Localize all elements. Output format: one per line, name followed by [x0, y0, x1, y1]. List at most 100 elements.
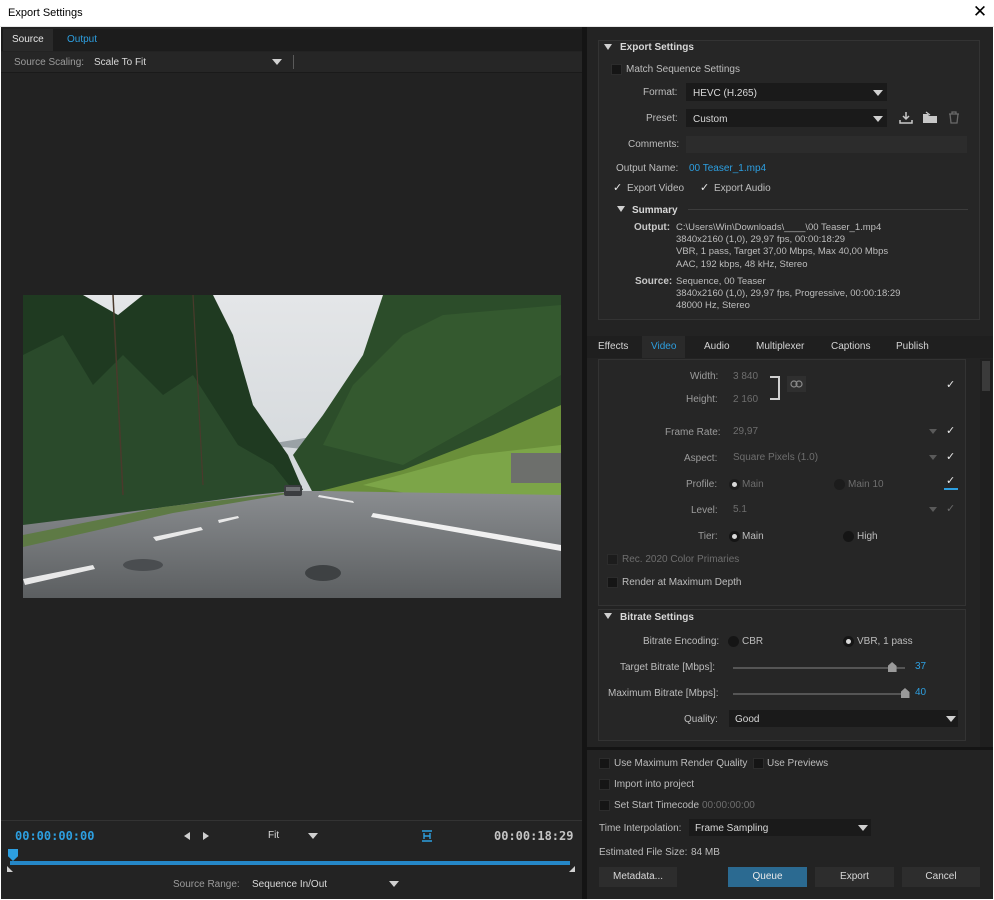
- tab-output[interactable]: Output: [58, 29, 106, 51]
- start-tc-value[interactable]: 00:00:00:00: [702, 800, 755, 811]
- aspect-dropdown[interactable]: Square Pixels (1.0): [729, 449, 941, 465]
- tier-high-radio[interactable]: [843, 531, 854, 542]
- collapse-triangle-icon[interactable]: [604, 44, 612, 50]
- use-max-render-checkbox[interactable]: [599, 758, 610, 769]
- target-bitrate-label: Target Bitrate [Mbps]:: [620, 662, 716, 673]
- metadata-button[interactable]: Metadata...: [599, 867, 677, 887]
- current-timecode[interactable]: 00:00:00:00: [15, 829, 94, 843]
- import-preset-icon[interactable]: [922, 111, 938, 127]
- queue-button[interactable]: Queue: [728, 867, 807, 887]
- chevron-down-icon: [946, 716, 956, 722]
- time-interp-dropdown[interactable]: Frame Sampling: [689, 819, 871, 836]
- chain-link-icon[interactable]: [787, 376, 806, 392]
- settings-scrollbar[interactable]: [980, 359, 992, 747]
- preset-dropdown[interactable]: Custom: [686, 109, 887, 127]
- close-icon[interactable]: ✕: [972, 3, 988, 21]
- vbr-radio[interactable]: [843, 636, 854, 647]
- source-range-dropdown[interactable]: Sequence In/Out: [246, 875, 402, 893]
- zoom-dropdown[interactable]: Fit: [262, 828, 322, 844]
- profile-main10-radio[interactable]: [834, 479, 845, 490]
- scrollbar-thumb[interactable]: [982, 361, 990, 391]
- tab-video[interactable]: Video: [642, 336, 686, 358]
- aspect-checkbox[interactable]: ✓: [946, 450, 955, 463]
- render-max-depth-checkbox[interactable]: [607, 577, 618, 588]
- level-dropdown[interactable]: 5.1: [729, 501, 941, 517]
- mark-out-icon[interactable]: [203, 832, 209, 840]
- tier-main-radio[interactable]: [729, 531, 740, 542]
- size-match-checkbox[interactable]: ✓: [946, 378, 955, 391]
- zoom-value: Fit: [268, 830, 280, 841]
- end-timecode: 00:00:18:29: [494, 829, 574, 843]
- max-bitrate-value[interactable]: 40: [915, 687, 926, 698]
- use-max-render-label: Use Maximum Render Quality: [614, 758, 748, 769]
- summary-source-label: Source:: [635, 276, 673, 287]
- source-scaling-value: Scale To Fit: [94, 57, 147, 68]
- export-audio-checkbox[interactable]: ✓: [700, 181, 709, 194]
- delete-preset-icon[interactable]: [948, 111, 960, 127]
- quality-dropdown[interactable]: Good: [729, 710, 958, 727]
- source-scaling-dropdown[interactable]: Scale To Fit: [88, 53, 288, 71]
- preset-value: Custom: [693, 114, 728, 125]
- out-point-marker[interactable]: [569, 866, 575, 872]
- timeline-track[interactable]: [10, 861, 570, 865]
- preset-label: Preset:: [646, 113, 678, 124]
- mark-in-icon[interactable]: [184, 832, 190, 840]
- export-button[interactable]: Export: [815, 867, 894, 887]
- tab-multiplexer[interactable]: Multiplexer: [747, 336, 813, 358]
- vbr-label: VBR, 1 pass: [857, 636, 913, 647]
- level-checkbox[interactable]: ✓: [946, 502, 955, 515]
- source-range-label: Source Range:: [173, 879, 240, 890]
- use-previews-checkbox[interactable]: [753, 758, 764, 769]
- file-size-label: Estimated File Size:: [599, 847, 688, 858]
- tab-effects[interactable]: Effects: [589, 336, 637, 358]
- height-value[interactable]: 2 160: [733, 394, 758, 405]
- set-start-tc-label: Set Start Timecode: [614, 800, 700, 811]
- tab-publish[interactable]: Publish: [887, 336, 938, 358]
- export-video-label: Export Video: [627, 183, 685, 194]
- export-video-checkbox[interactable]: ✓: [613, 181, 622, 194]
- chevron-down-icon: [929, 429, 937, 434]
- summary-line: C:\Users\Win\Downloads\____\00 Teaser_1.…: [676, 222, 882, 233]
- import-project-checkbox[interactable]: [599, 779, 610, 790]
- target-bitrate-value[interactable]: 37: [915, 661, 926, 672]
- save-preset-icon[interactable]: [899, 111, 913, 127]
- tab-source[interactable]: Source: [3, 29, 53, 51]
- cancel-button[interactable]: Cancel: [902, 867, 980, 887]
- profile-main10-label: Main 10: [848, 479, 884, 490]
- aspect-label: Aspect:: [684, 453, 718, 464]
- tab-captions[interactable]: Captions: [822, 336, 879, 358]
- set-start-tc-checkbox[interactable]: [599, 800, 610, 811]
- output-name-label: Output Name:: [616, 163, 679, 174]
- render-max-depth-label: Render at Maximum Depth: [622, 577, 742, 588]
- tab-audio[interactable]: Audio: [695, 336, 739, 358]
- max-bitrate-label: Maximum Bitrate [Mbps]:: [608, 688, 719, 699]
- format-dropdown[interactable]: HEVC (H.265): [686, 83, 887, 101]
- in-point-marker[interactable]: [7, 866, 13, 872]
- collapse-triangle-icon[interactable]: [604, 613, 612, 619]
- profile-checkbox[interactable]: ✓: [944, 474, 958, 490]
- aspect-value: Square Pixels (1.0): [733, 452, 819, 463]
- match-sequence-checkbox[interactable]: [611, 64, 622, 75]
- collapse-triangle-icon[interactable]: [617, 206, 625, 212]
- chevron-down-icon: [873, 116, 883, 122]
- max-bitrate-slider[interactable]: [733, 693, 905, 695]
- fit-to-frame-icon[interactable]: [421, 830, 433, 842]
- width-value[interactable]: 3 840: [733, 371, 758, 382]
- frame-rate-dropdown[interactable]: 29,97: [729, 423, 941, 439]
- target-bitrate-slider[interactable]: [733, 667, 905, 669]
- rec2020-checkbox[interactable]: [607, 554, 618, 565]
- divider: [688, 209, 968, 210]
- tier-main-label: Main: [742, 531, 764, 542]
- export-settings-header: Export Settings: [620, 42, 694, 53]
- cbr-label: CBR: [742, 636, 764, 647]
- title-bar: Export Settings ✕: [0, 0, 994, 27]
- profile-main-radio[interactable]: [729, 479, 740, 490]
- comments-input[interactable]: [686, 136, 967, 153]
- chevron-down-icon: [929, 455, 937, 460]
- source-range-value: Sequence In/Out: [252, 879, 328, 890]
- output-name-link[interactable]: 00 Teaser_1.mp4: [689, 163, 766, 174]
- link-bracket: [770, 376, 780, 400]
- cbr-radio[interactable]: [728, 636, 739, 647]
- frame-rate-checkbox[interactable]: ✓: [946, 424, 955, 437]
- summary-line: 3840x2160 (1,0), 29,97 fps, Progressive,…: [676, 288, 901, 300]
